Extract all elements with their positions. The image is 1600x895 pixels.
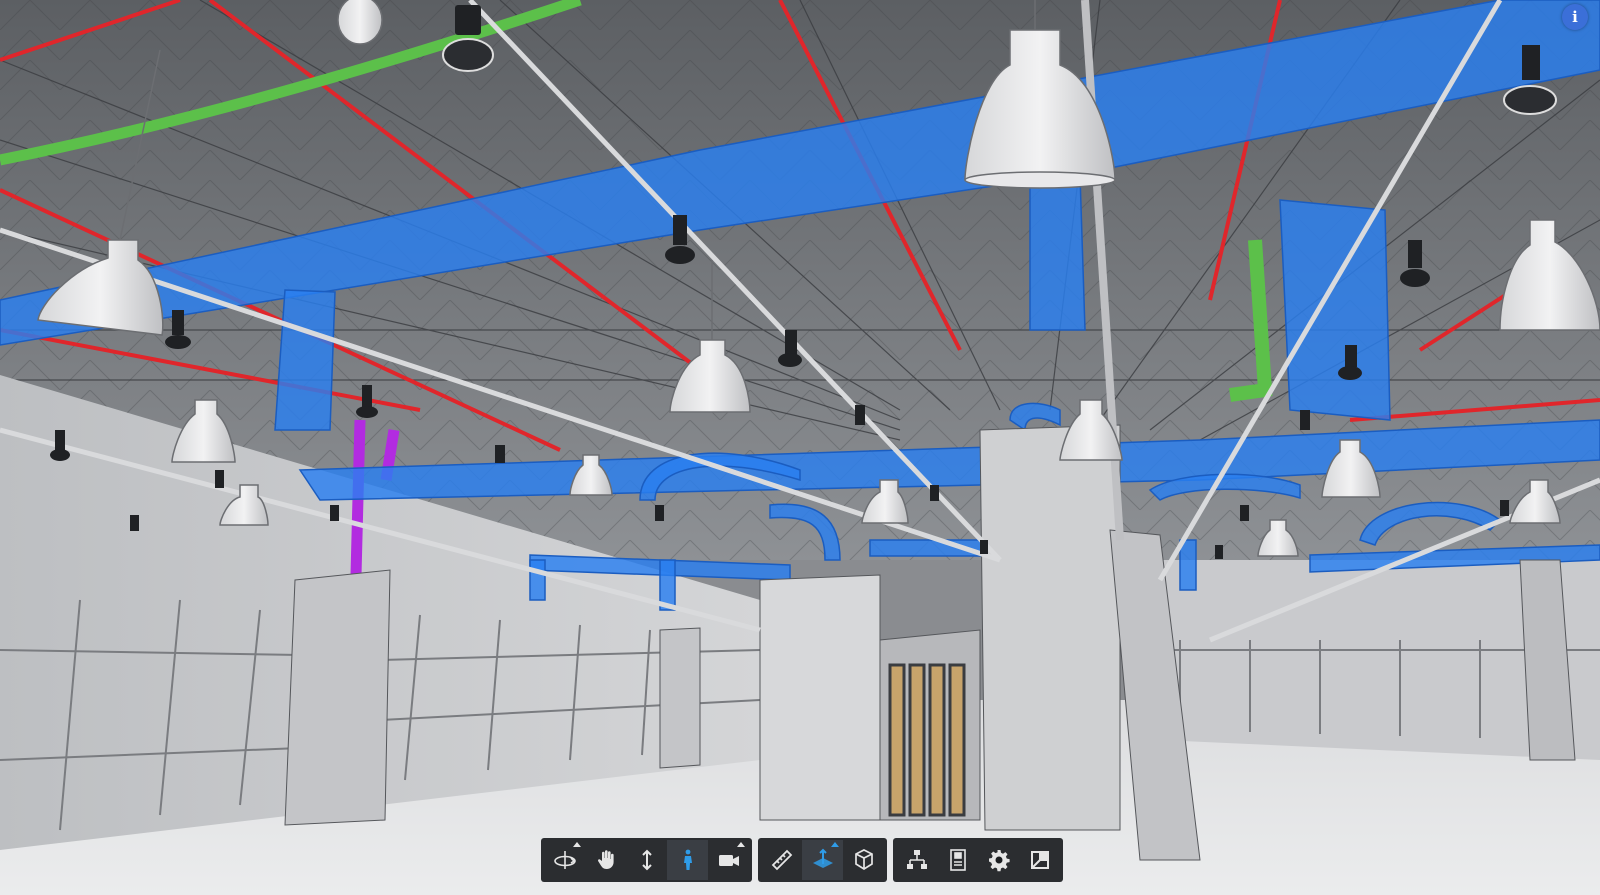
properties-button[interactable] <box>937 840 978 880</box>
warehouse-model-scene[interactable] <box>0 0 1600 895</box>
model-browser-button[interactable] <box>896 840 937 880</box>
properties-icon <box>949 849 966 871</box>
orbit-button[interactable] <box>544 840 585 880</box>
settings-button[interactable] <box>978 840 1019 880</box>
info-button[interactable]: i <box>1562 4 1588 30</box>
camera-icon <box>718 855 739 866</box>
section-plane-icon <box>812 848 833 868</box>
hierarchy-icon <box>906 850 927 869</box>
gear-icon <box>988 850 1010 872</box>
pan-button[interactable] <box>585 840 626 880</box>
zoom-button[interactable] <box>626 840 667 880</box>
viewer-toolbar <box>541 838 1069 882</box>
cube-icon <box>854 849 873 871</box>
vertical-arrows-icon <box>641 849 652 871</box>
section-button[interactable] <box>802 840 843 880</box>
person-icon <box>683 849 692 870</box>
fullscreen-icon <box>1030 851 1049 869</box>
toolbar-group-analysis <box>758 838 887 882</box>
3d-model-viewport[interactable]: i <box>0 0 1600 895</box>
info-icon: i <box>1572 8 1578 26</box>
fullscreen-button[interactable] <box>1019 840 1060 880</box>
toolbar-group-settings <box>893 838 1063 882</box>
first-person-button[interactable] <box>667 840 708 880</box>
toolbar-group-navigation <box>541 838 752 882</box>
hand-icon <box>597 850 614 869</box>
ruler-icon <box>771 849 792 871</box>
camera-button[interactable] <box>708 840 749 880</box>
measure-button[interactable] <box>761 840 802 880</box>
explode-button[interactable] <box>843 840 884 880</box>
orbit-icon <box>553 851 576 869</box>
